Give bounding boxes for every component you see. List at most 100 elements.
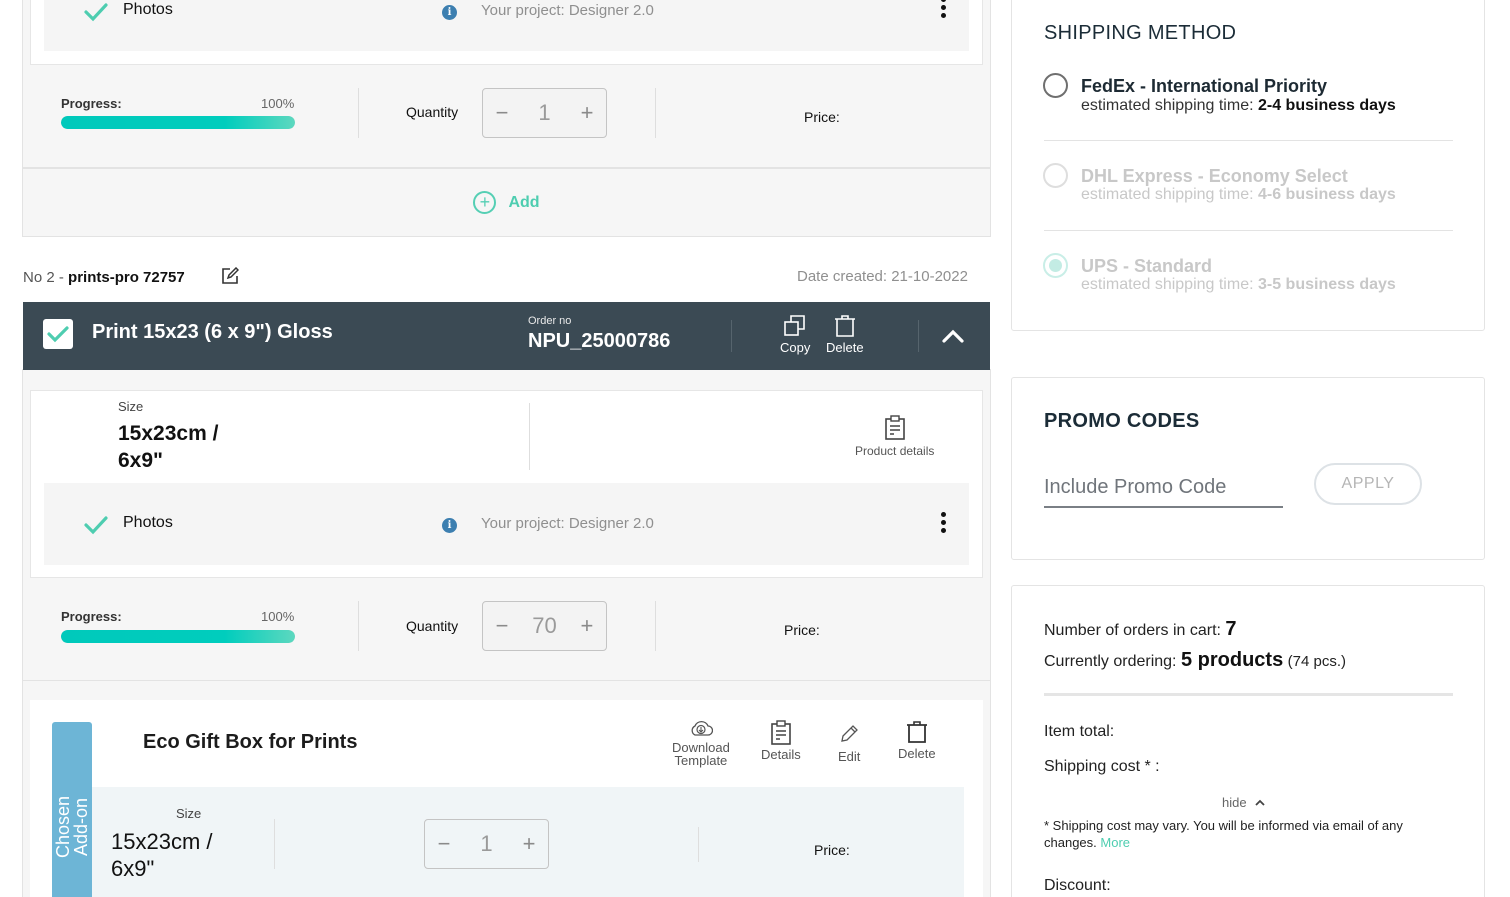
product-details-label: Product details xyxy=(855,444,935,458)
add-label: Add xyxy=(508,193,540,211)
radio-dhl xyxy=(1043,163,1068,188)
details-button[interactable]: Details xyxy=(761,720,801,761)
discount-label: Discount: xyxy=(1044,877,1111,894)
increment-button[interactable]: + xyxy=(580,613,594,639)
quantity-stepper[interactable]: − 1 + xyxy=(482,88,607,138)
radio-ups xyxy=(1043,253,1068,278)
divider xyxy=(358,601,359,651)
addon-title: Eco Gift Box for Prints xyxy=(143,731,358,753)
select-checkbox[interactable] xyxy=(43,319,73,349)
addon-quantity-stepper[interactable]: − 1 + xyxy=(424,819,549,869)
check-icon xyxy=(47,326,69,343)
download-template-button[interactable]: Download Template xyxy=(672,720,730,767)
shipping-option-time: estimated shipping time: 2-4 business da… xyxy=(1081,97,1396,114)
shipping-option-time: estimated shipping time: 4-6 business da… xyxy=(1081,186,1396,203)
shipping-option-time: estimated shipping time: 3-5 business da… xyxy=(1081,276,1396,293)
progress-label: Progress: xyxy=(61,96,122,111)
order-no-value: NPU_25000786 xyxy=(528,330,671,352)
shipping-option-name: UPS - Standard xyxy=(1081,256,1213,276)
quantity-value[interactable]: 1 xyxy=(538,100,550,126)
pencil-icon xyxy=(841,725,859,742)
addon-size-value: 15x23cm /6x9" xyxy=(111,829,213,881)
chosen-addon-label: Chosen Add-on xyxy=(53,795,91,859)
divider xyxy=(358,88,359,138)
info-icon[interactable]: i xyxy=(442,518,457,533)
divider xyxy=(1044,230,1453,231)
plus-circle-icon: + xyxy=(473,191,497,214)
divider xyxy=(655,601,656,651)
progress-percent: 100% xyxy=(261,96,295,111)
shipping-option-name: DHL Express - Economy Select xyxy=(1081,166,1348,186)
hide-toggle[interactable]: hide xyxy=(1222,795,1266,810)
copy-button[interactable]: Copy xyxy=(780,314,810,355)
download-label-2: Template xyxy=(674,753,728,768)
divider xyxy=(1044,140,1453,141)
order-summary-panel: Number of orders in cart: 7 Currently or… xyxy=(1011,585,1485,897)
divider xyxy=(529,403,530,470)
trash-icon xyxy=(906,721,927,743)
product-title: Print 15x23 (6 x 9") Gloss xyxy=(92,321,333,343)
chevron-up-icon xyxy=(1255,799,1265,806)
quantity-value[interactable]: 70 xyxy=(532,613,556,639)
trash-icon xyxy=(834,315,855,337)
photos-label: Photos xyxy=(123,1,173,18)
shipping-title: SHIPPING METHOD xyxy=(1044,22,1237,44)
check-icon xyxy=(84,516,108,535)
promo-code-input[interactable] xyxy=(1044,468,1283,508)
edit-name-icon[interactable] xyxy=(221,267,239,285)
currently-ordering: Currently ordering: 5 products (74 pcs.) xyxy=(1044,649,1347,671)
delete-label: Delete xyxy=(898,746,936,761)
shipping-note: * Shipping cost may vary. You will be in… xyxy=(1044,818,1403,850)
decrement-button[interactable]: − xyxy=(437,831,451,857)
photos-label: Photos xyxy=(123,514,173,531)
price-label: Price: xyxy=(804,109,840,125)
radio-fedex[interactable] xyxy=(1043,73,1068,98)
project-info: Your project: Designer 2.0 xyxy=(481,515,654,532)
promo-title: PROMO CODES xyxy=(1044,410,1200,432)
addon-price-label: Price: xyxy=(814,842,850,858)
shipping-option-name: FedEx - International Priority xyxy=(1081,76,1328,96)
progress-bar-fill xyxy=(61,630,295,643)
order-no-label: Order no xyxy=(528,315,572,327)
decrement-button[interactable]: − xyxy=(495,100,509,126)
copy-icon xyxy=(784,315,805,336)
divider xyxy=(655,88,656,138)
divider xyxy=(274,819,275,869)
addon-size-label: Size xyxy=(176,806,202,821)
more-options-icon[interactable] xyxy=(941,0,947,21)
date-created: Date created: 21-10-2022 xyxy=(797,268,968,285)
size-value: 15x23cm /6x9" xyxy=(118,422,219,472)
clipboard-icon xyxy=(884,415,905,440)
quantity-label: Quantity xyxy=(406,104,459,120)
apply-button[interactable]: APPLY xyxy=(1314,463,1422,505)
quantity-value[interactable]: 1 xyxy=(480,831,492,857)
order-title: No 2 - prints-pro 72757 xyxy=(23,269,185,286)
divider xyxy=(698,827,699,862)
progress-percent: 100% xyxy=(261,609,295,624)
quantity-stepper[interactable]: − 70 + xyxy=(482,601,607,651)
progress-bar-fill xyxy=(61,116,295,129)
shipping-cost-label: Shipping cost * : xyxy=(1044,758,1160,775)
delete-addon-button[interactable]: Delete xyxy=(898,720,936,760)
progress-bar xyxy=(61,630,295,643)
more-link[interactable]: More xyxy=(1100,835,1130,850)
add-button[interactable]: + Add xyxy=(22,168,991,237)
divider xyxy=(1044,693,1453,696)
delete-button[interactable]: Delete xyxy=(826,314,864,355)
progress-bar xyxy=(61,116,295,129)
product-details-button[interactable]: Product details xyxy=(855,415,934,458)
increment-button[interactable]: + xyxy=(522,831,536,857)
cloud-download-icon xyxy=(691,720,713,736)
check-icon xyxy=(84,3,108,22)
increment-button[interactable]: + xyxy=(580,100,594,126)
chevron-up-icon[interactable] xyxy=(941,328,965,344)
info-icon[interactable]: i xyxy=(442,5,457,20)
decrement-button[interactable]: − xyxy=(495,613,509,639)
quantity-label: Quantity xyxy=(406,618,459,634)
edit-button[interactable]: Edit xyxy=(838,724,860,763)
more-options-icon[interactable] xyxy=(941,512,947,536)
project-info: Your project: Designer 2.0 xyxy=(481,2,654,19)
edit-label: Edit xyxy=(838,749,861,764)
size-label: Size xyxy=(118,399,144,414)
order-2-header: Print 15x23 (6 x 9") Gloss Order no NPU_… xyxy=(23,302,990,370)
